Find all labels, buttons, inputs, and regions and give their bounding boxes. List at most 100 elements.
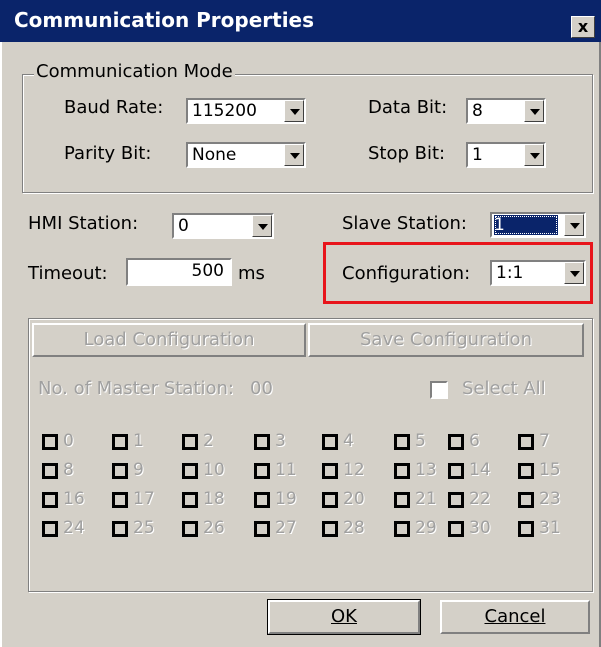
master-station-checkbox[interactable] (518, 463, 534, 479)
chevron-down-icon[interactable] (524, 144, 544, 166)
timeout-input[interactable]: 500 (126, 258, 232, 286)
hmi-station-select[interactable]: 0 (172, 213, 274, 239)
ok-button[interactable]: OK (267, 599, 421, 635)
master-station-checkbox[interactable] (254, 434, 270, 450)
data-bit-label: Data Bit: (368, 97, 448, 118)
select-all-checkbox[interactable] (430, 381, 448, 399)
master-station-label: 11 (275, 460, 297, 480)
close-icon: x (577, 17, 589, 36)
chevron-down-icon[interactable] (284, 144, 304, 166)
slave-station-select[interactable]: 1 (490, 212, 586, 238)
slave-station-value: 1 (494, 215, 558, 235)
master-station-label: 6 (469, 431, 480, 451)
master-station-label: 17 (133, 489, 155, 509)
master-station-checkbox[interactable] (182, 492, 198, 508)
master-station-label: 7 (539, 431, 550, 451)
communication-mode-legend: Communication Mode (34, 61, 235, 82)
master-station-label: 31 (539, 518, 561, 538)
master-station-checkbox[interactable] (322, 521, 338, 537)
master-station-checkbox[interactable] (518, 521, 534, 537)
master-station-label: 12 (343, 460, 365, 480)
hmi-station-value: 0 (178, 216, 189, 236)
master-station-label: 9 (133, 460, 144, 480)
chevron-down-icon[interactable] (564, 262, 584, 284)
master-station-label: 0 (63, 431, 74, 451)
configuration-select[interactable]: 1:1 (490, 260, 586, 286)
data-bit-value: 8 (472, 101, 483, 121)
master-station-checkbox[interactable] (112, 521, 128, 537)
master-station-panel (28, 318, 593, 592)
communication-mode-group (22, 74, 593, 193)
window-border (0, 42, 2, 647)
master-station-checkbox[interactable] (322, 434, 338, 450)
master-station-label: 5 (415, 431, 426, 451)
master-station-checkbox[interactable] (448, 521, 464, 537)
chevron-down-icon[interactable] (252, 215, 272, 237)
master-station-checkbox[interactable] (518, 434, 534, 450)
master-station-label: 16 (63, 489, 85, 509)
timeout-label: Timeout: (28, 263, 108, 284)
slave-station-label: Slave Station: (342, 213, 467, 234)
master-station-checkbox[interactable] (42, 434, 58, 450)
master-station-checkbox[interactable] (182, 521, 198, 537)
master-station-label: 26 (203, 518, 225, 538)
master-station-label: 19 (275, 489, 297, 509)
data-bit-select[interactable]: 8 (466, 98, 546, 124)
hmi-station-label: HMI Station: (28, 213, 139, 234)
master-station-checkbox[interactable] (322, 492, 338, 508)
master-station-label: 22 (469, 489, 491, 509)
parity-bit-select[interactable]: None (186, 142, 306, 168)
configuration-label: Configuration: (342, 263, 471, 284)
master-station-checkbox[interactable] (394, 492, 410, 508)
chevron-down-icon[interactable] (524, 100, 544, 122)
save-configuration-button[interactable]: Save Configuration (308, 323, 584, 357)
master-station-label: 3 (275, 431, 286, 451)
master-station-checkbox[interactable] (518, 492, 534, 508)
parity-bit-label: Parity Bit: (64, 143, 152, 164)
master-station-checkbox[interactable] (448, 492, 464, 508)
master-station-label: 18 (203, 489, 225, 509)
master-station-checkbox[interactable] (112, 463, 128, 479)
window-title: Communication Properties (14, 8, 315, 32)
stop-bit-value: 1 (472, 145, 483, 165)
baud-rate-label: Baud Rate: (64, 97, 164, 118)
master-station-checkbox[interactable] (254, 492, 270, 508)
master-station-label: 4 (343, 431, 354, 451)
select-all-label: Select All (462, 378, 546, 399)
master-station-label: 15 (539, 460, 561, 480)
master-station-checkbox[interactable] (394, 434, 410, 450)
master-count-value: 00 (250, 378, 273, 399)
master-station-checkbox[interactable] (394, 463, 410, 479)
stop-bit-select[interactable]: 1 (466, 142, 546, 168)
master-station-label: 1 (133, 431, 144, 451)
ok-label: OK (331, 606, 357, 627)
master-count-label: No. of Master Station: (38, 378, 234, 399)
master-station-label: 20 (343, 489, 365, 509)
master-station-checkbox[interactable] (42, 521, 58, 537)
parity-bit-value: None (192, 145, 237, 165)
master-station-label: 25 (133, 518, 155, 538)
master-station-checkbox[interactable] (394, 521, 410, 537)
master-station-label: 28 (343, 518, 365, 538)
chevron-down-icon[interactable] (564, 214, 584, 236)
cancel-label: Cancel (484, 606, 546, 627)
master-station-checkbox[interactable] (254, 521, 270, 537)
master-station-checkbox[interactable] (448, 434, 464, 450)
master-station-checkbox[interactable] (322, 463, 338, 479)
master-station-checkbox[interactable] (112, 434, 128, 450)
master-station-checkbox[interactable] (182, 463, 198, 479)
master-station-label: 23 (539, 489, 561, 509)
master-station-checkbox[interactable] (112, 492, 128, 508)
master-station-checkbox[interactable] (448, 463, 464, 479)
cancel-button[interactable]: Cancel (440, 600, 590, 634)
chevron-down-icon[interactable] (284, 100, 304, 122)
configuration-value: 1:1 (496, 263, 524, 283)
master-station-checkbox[interactable] (254, 463, 270, 479)
baud-rate-select[interactable]: 115200 (186, 98, 306, 124)
master-station-checkbox[interactable] (42, 492, 58, 508)
close-button[interactable]: x (571, 16, 595, 38)
master-station-label: 21 (415, 489, 437, 509)
master-station-checkbox[interactable] (182, 434, 198, 450)
master-station-checkbox[interactable] (42, 463, 58, 479)
load-configuration-button[interactable]: Load Configuration (32, 323, 306, 357)
